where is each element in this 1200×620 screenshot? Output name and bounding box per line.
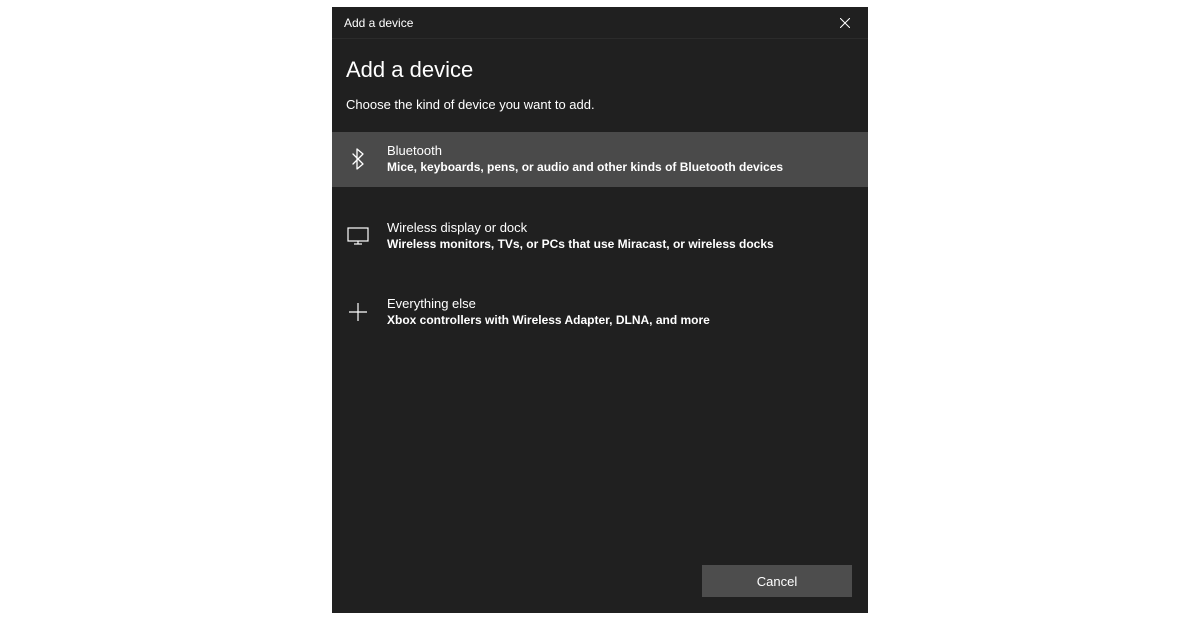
option-bluetooth[interactable]: Bluetooth Mice, keyboards, pens, or audi… (332, 132, 868, 187)
dialog-title: Add a device (346, 57, 854, 83)
option-description: Mice, keyboards, pens, or audio and othe… (387, 160, 783, 176)
option-description: Xbox controllers with Wireless Adapter, … (387, 313, 710, 329)
dialog-footer: Cancel (332, 553, 868, 613)
spacer (332, 340, 868, 553)
option-everything-else[interactable]: Everything else Xbox controllers with Wi… (332, 285, 868, 340)
option-text: Bluetooth Mice, keyboards, pens, or audi… (387, 143, 783, 176)
close-button[interactable] (822, 7, 868, 39)
close-icon (840, 18, 850, 28)
titlebar: Add a device (332, 7, 868, 39)
cancel-button[interactable]: Cancel (702, 565, 852, 597)
option-description: Wireless monitors, TVs, or PCs that use … (387, 237, 774, 253)
dialog-subtitle: Choose the kind of device you want to ad… (346, 97, 854, 112)
titlebar-text: Add a device (344, 16, 413, 30)
option-text: Wireless display or dock Wireless monito… (387, 220, 774, 253)
option-text: Everything else Xbox controllers with Wi… (387, 296, 710, 329)
option-wireless-display[interactable]: Wireless display or dock Wireless monito… (332, 209, 868, 264)
plus-icon (346, 300, 370, 324)
monitor-icon (346, 224, 370, 248)
option-title: Bluetooth (387, 143, 783, 158)
device-options-list: Bluetooth Mice, keyboards, pens, or audi… (332, 132, 868, 340)
cancel-button-label: Cancel (757, 574, 797, 589)
bluetooth-icon (346, 147, 370, 171)
option-title: Wireless display or dock (387, 220, 774, 235)
dialog-header: Add a device Choose the kind of device y… (332, 39, 868, 120)
option-title: Everything else (387, 296, 710, 311)
add-device-dialog: Add a device Add a device Choose the kin… (332, 7, 868, 613)
